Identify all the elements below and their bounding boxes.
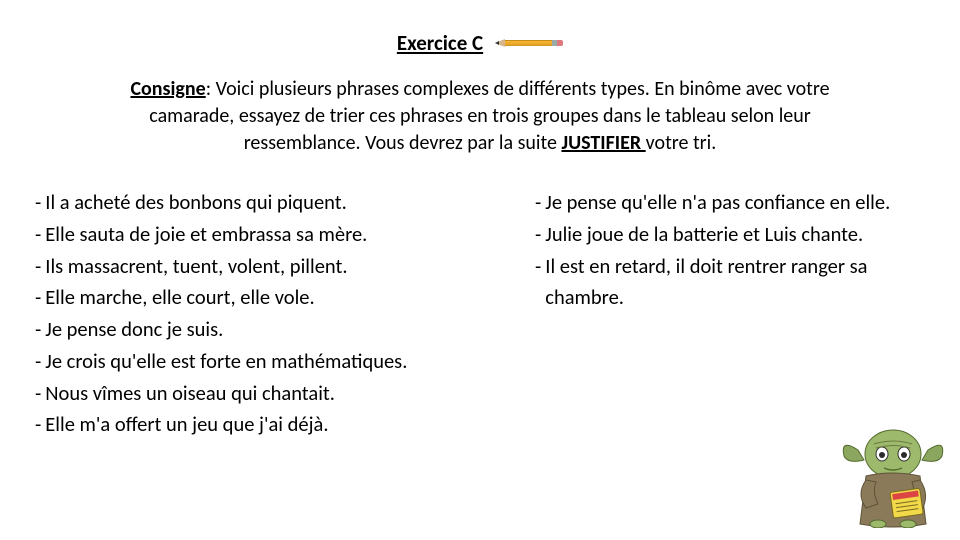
sentence-text: Elle marche, elle court, elle vole. bbox=[45, 282, 505, 314]
sentence-text: Julie joue de la batterie et Luis chante… bbox=[545, 219, 920, 251]
list-item: -Il a acheté des bonbons qui piquent. bbox=[35, 187, 505, 219]
instructions-emphasis: JUSTIFIER bbox=[561, 131, 645, 155]
list-item: -Julie joue de la batterie et Luis chant… bbox=[535, 219, 920, 251]
instructions-text-after: votre tri. bbox=[646, 131, 717, 155]
list-item: - Je pense qu'elle n'a pas confiance en … bbox=[535, 187, 920, 219]
list-item: -Elle marche, elle court, elle vole. bbox=[35, 282, 505, 314]
list-item: -Je crois qu'elle est forte en mathémati… bbox=[35, 346, 505, 378]
pencil-icon bbox=[495, 38, 563, 48]
list-item: -Elle m'a offert un jeu que j'ai déjà. bbox=[35, 409, 505, 441]
instructions: Consigne: Voici plusieurs phrases comple… bbox=[90, 76, 870, 157]
right-column: - Je pense qu'elle n'a pas confiance en … bbox=[535, 187, 925, 441]
sentence-text: Elle sauta de joie et embrassa sa mère. bbox=[45, 219, 505, 251]
list-item: -Ils massacrent, tuent, volent, pillent. bbox=[35, 251, 505, 283]
exercise-title: Exercice C bbox=[397, 30, 483, 56]
sentence-text: Il est en retard, il doit rentrer ranger… bbox=[545, 251, 920, 315]
list-item: - Je pense donc je suis. bbox=[35, 314, 505, 346]
left-column: -Il a acheté des bonbons qui piquent. -E… bbox=[35, 187, 505, 441]
list-item: -Nous vîmes un oiseau qui chantait. bbox=[35, 378, 505, 410]
sentence-text: Je crois qu'elle est forte en mathématiq… bbox=[45, 346, 505, 378]
title-row: Exercice C bbox=[35, 30, 925, 56]
sentences-columns: -Il a acheté des bonbons qui piquent. -E… bbox=[35, 187, 925, 441]
sentence-text: Il a acheté des bonbons qui piquent. bbox=[45, 187, 505, 219]
sentence-text: Je pense donc je suis. bbox=[45, 314, 505, 346]
list-item: - Il est en retard, il doit rentrer rang… bbox=[535, 251, 920, 315]
sentence-text: Ils massacrent, tuent, volent, pillent. bbox=[45, 251, 505, 283]
sentence-text: Elle m'a offert un jeu que j'ai déjà. bbox=[45, 409, 505, 441]
sentence-text: Je pense qu'elle n'a pas confiance en el… bbox=[545, 187, 920, 219]
instructions-text-before: Voici plusieurs phrases complexes de dif… bbox=[149, 77, 829, 155]
list-item: -Elle sauta de joie et embrassa sa mère. bbox=[35, 219, 505, 251]
sentence-text: Nous vîmes un oiseau qui chantait. bbox=[45, 378, 505, 410]
yoda-reading-illustration bbox=[838, 408, 948, 528]
instructions-label: Consigne bbox=[130, 77, 205, 101]
